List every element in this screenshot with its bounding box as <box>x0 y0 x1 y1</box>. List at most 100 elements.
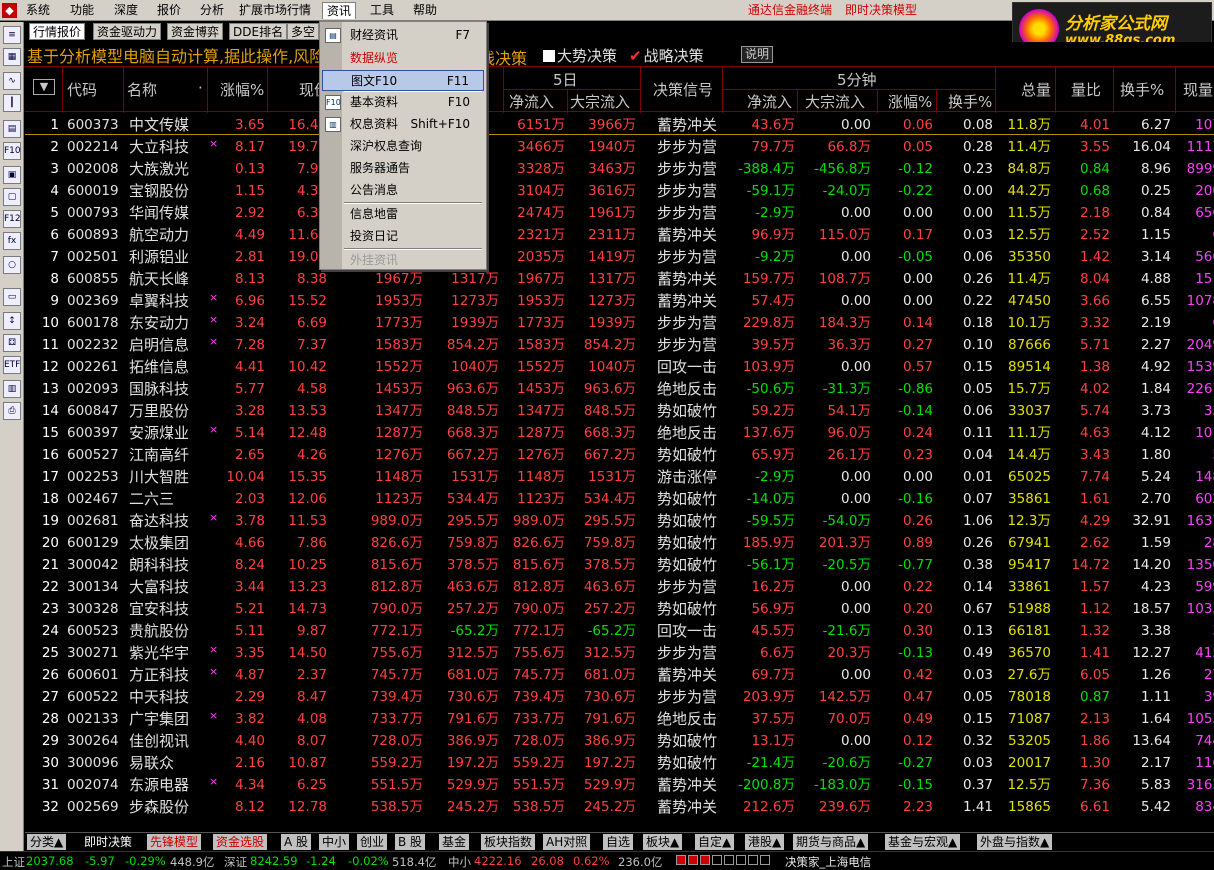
table-row[interactable]: 15 600397 安源煤业 5.14 12.48 1287万 668.3万 1287万 668… <box>25 421 1214 443</box>
table-row[interactable]: 23 300328 宜安科技 5.21 14.73 790.0万 257.2万 790.0万 2… <box>25 597 1214 619</box>
table-row[interactable]: 26 600601 方正科技 4.87 2.37 745.7万 681.0万 745.7万 68… <box>25 663 1214 685</box>
strategy-decision-checkbox[interactable]: ✔ 战略决策 <box>629 45 704 66</box>
link-tdx-terminal[interactable]: 通达信金融终端 <box>748 2 832 19</box>
table-row[interactable]: 5 000793 华闻传媒 2.92 6.34 2474万 1961万 步步为营 -2.9万 0.… <box>25 201 1214 223</box>
bottom-tab[interactable]: 自选 <box>603 834 634 850</box>
col-decision-signal[interactable]: 决策信号 <box>653 79 713 100</box>
table-row[interactable]: 24 600523 贵航股份 5.11 9.87 772.1万 -65.2万 772.1万 -6… <box>25 619 1214 641</box>
table-row[interactable]: 7 002501 利源铝业 2.81 19.04 2035万 1419万 步步为营 -9.2万 0… <box>25 245 1214 267</box>
bottom-tab[interactable]: 自定▲ <box>695 834 735 850</box>
table-row[interactable]: 1 600373 中文传媒 3.65 16.45 6151万 3966万 蓄势冲关 43.6万 0… <box>25 113 1214 135</box>
table-row[interactable]: 6 600893 航空动力 4.49 11.64 2321万 2311万 蓄势冲关 96.9万 1… <box>25 223 1214 245</box>
info-menu-item[interactable]: ▤ 财经资讯 F7 <box>322 25 484 46</box>
candle-chart-icon[interactable]: ┃ <box>3 94 21 112</box>
info-menu-item[interactable]: 图文F10 F11 <box>322 70 484 91</box>
f12-icon[interactable]: F12 <box>3 210 21 228</box>
table-row[interactable]: 29 300264 佳创视讯 4.40 8.07 728.0万 386.9万 728.0万 38… <box>25 729 1214 751</box>
bottom-tab[interactable]: 即时决策 <box>81 834 136 850</box>
col-code[interactable]: 代码 <box>67 79 97 100</box>
document-icon[interactable]: ▢ <box>3 188 21 206</box>
folder-icon[interactable]: ▭ <box>3 288 21 306</box>
sort-icon[interactable]: ↕ <box>3 312 21 330</box>
menu-analysis[interactable]: 分析 <box>196 2 228 19</box>
table-row[interactable]: 31 002074 东源电器 4.34 6.25 551.5万 529.9万 551.5万 52… <box>25 773 1214 795</box>
col-5min-net-inflow[interactable]: 净流入 <box>747 91 792 112</box>
menu-info[interactable]: 资讯 <box>322 2 357 19</box>
table-row[interactable]: 2 002214 大立科技 8.17 19.76 3466万 1940万 步步为营 79.7万 6… <box>25 135 1214 157</box>
menu-function[interactable]: 功能 <box>66 2 98 19</box>
table-row[interactable]: 25 300271 紫光华宇 3.35 14.50 755.6万 312.5万 755.6万 3… <box>25 641 1214 663</box>
col-current-volume[interactable]: 现量 <box>1183 79 1213 100</box>
table-icon[interactable]: ▤ <box>3 120 21 138</box>
table-row[interactable]: 13 002093 国脉科技 5.77 4.58 1453万 963.6万 1453万 963.… <box>25 377 1214 399</box>
col-turnover[interactable]: 换手% <box>1120 79 1164 100</box>
table-row[interactable]: 20 600129 太极集团 4.66 7.86 826.6万 759.8万 826.6万 75… <box>25 531 1214 553</box>
f10-icon[interactable]: F10 <box>3 142 21 160</box>
table-row[interactable]: 11 002232 启明信息 7.28 7.37 1583万 854.2万 1583万 854.… <box>25 333 1214 355</box>
calendar-icon[interactable]: ▥ <box>3 380 21 398</box>
bottom-tab[interactable]: 先锋模型 <box>147 834 202 850</box>
sort-arrow-button[interactable]: ▼ <box>33 79 55 95</box>
table-row[interactable]: 17 002253 川大智胜 10.04 15.35 1148万 1531万 1148万 153… <box>25 465 1214 487</box>
report-icon[interactable]: ▣ <box>3 166 21 184</box>
table-row[interactable]: 14 600847 万里股份 3.28 13.53 1347万 848.5万 1347万 848… <box>25 399 1214 421</box>
tab-long-short[interactable]: 多空 <box>287 23 320 40</box>
bottom-tab[interactable]: 板块指数 <box>481 834 536 850</box>
table-row[interactable]: 22 300134 大富科技 3.44 13.23 812.8万 463.6万 812.8万 4… <box>25 575 1214 597</box>
print-icon[interactable]: ⎙ <box>3 402 21 420</box>
bottom-tab[interactable]: 期货与商品▲ <box>793 834 869 850</box>
table-row[interactable]: 10 600178 东安动力 3.24 6.69 1773万 1939万 1773万 1939万… <box>25 311 1214 333</box>
bottom-tab[interactable]: 外盘与指数▲ <box>977 834 1053 850</box>
dice-icon[interactable]: ⚃ <box>3 334 21 352</box>
tab-fund-drive[interactable]: 资金驱动力 <box>93 23 162 40</box>
tab-quotes[interactable]: 行情报价 <box>29 23 86 40</box>
menu-depth[interactable]: 深度 <box>110 2 142 19</box>
grid-icon[interactable]: ▦ <box>3 48 21 66</box>
info-menu-item[interactable]: 信息地雷 <box>322 204 484 225</box>
bottom-tab[interactable]: 基金 <box>439 834 470 850</box>
col-5day-block-inflow[interactable]: 大宗流入 <box>570 91 630 112</box>
bottom-tab[interactable]: 创业 <box>357 834 388 850</box>
table-row[interactable]: 12 002261 拓维信息 4.41 10.42 1552万 1040万 1552万 1040… <box>25 355 1214 377</box>
info-menu-item[interactable]: 数据纵览 <box>322 48 484 69</box>
etf-icon[interactable]: ETF <box>3 356 21 374</box>
bottom-tab[interactable]: 中小 <box>319 834 350 850</box>
trend-decision-checkbox[interactable]: 大势决策 <box>543 45 617 66</box>
table-row[interactable]: 3 002008 大族激光 0.13 7.90 3328万 3463万 步步为营 -388.4万… <box>25 157 1214 179</box>
col-name[interactable]: 名称 <box>127 79 157 100</box>
table-row[interactable]: 32 002569 步森股份 8.12 12.78 538.5万 245.2万 538.5万 2… <box>25 795 1214 817</box>
table-row[interactable]: 18 002467 二六三 2.03 12.06 1123万 534.4万 1123万 534.… <box>25 487 1214 509</box>
info-menu-item[interactable]: ▥ 权息资料 Shift+F10 <box>322 114 484 135</box>
col-5day-net-inflow[interactable]: 净流入 <box>509 91 554 112</box>
info-menu-item[interactable]: 公告消息 <box>322 180 484 201</box>
bottom-tab[interactable]: 基金与宏观▲ <box>885 834 961 850</box>
link-decision-model[interactable]: 即时决策模型 <box>845 2 917 19</box>
col-5min-block-inflow[interactable]: 大宗流入 <box>805 91 865 112</box>
info-menu-item[interactable]: 投资日记 <box>322 226 484 247</box>
line-chart-icon[interactable]: ∿ <box>3 72 21 90</box>
info-menu-item[interactable]: 服务器通告 <box>322 158 484 179</box>
menu-extended-market[interactable]: 扩展市场行情 <box>235 2 315 19</box>
info-menu-item[interactable]: 外挂资讯 <box>322 250 484 271</box>
info-menu-item[interactable]: 深沪权息查询 <box>322 136 484 157</box>
table-row[interactable]: 9 002369 卓翼科技 6.96 15.52 1953万 1273万 1953万 1273万… <box>25 289 1214 311</box>
tab-fund-game[interactable]: 资金博弈 <box>167 23 224 40</box>
col-volume[interactable]: 总量 <box>1021 79 1051 100</box>
menu-system[interactable]: 系统 <box>22 2 54 19</box>
quote-list-icon[interactable]: ≡ <box>3 26 21 44</box>
info-menu-item[interactable]: F10 基本资料 F10 <box>322 92 484 113</box>
menu-help[interactable]: 帮助 <box>409 2 441 19</box>
table-row[interactable]: 28 002133 广宇集团 3.82 4.08 733.7万 791.6万 733.7万 79… <box>25 707 1214 729</box>
tab-dde-rank[interactable]: DDE排名 <box>229 23 288 40</box>
col-volume-ratio[interactable]: 量比 <box>1071 79 1101 100</box>
bottom-tab[interactable]: AH对照 <box>543 834 591 850</box>
bottom-tab[interactable]: 港股▲ <box>745 834 785 850</box>
menu-tools[interactable]: 工具 <box>366 2 398 19</box>
table-row[interactable]: 4 600019 宝钢股份 1.15 4.39 3104万 3616万 步步为营 -59.1万 -… <box>25 179 1214 201</box>
menu-quote[interactable]: 报价 <box>153 2 185 19</box>
bottom-tab[interactable]: 资金选股 <box>213 834 268 850</box>
formula-icon[interactable]: fx <box>3 232 21 250</box>
col-change-pct[interactable]: 涨幅% <box>220 79 264 100</box>
col-5min-turnover[interactable]: 换手% <box>948 91 992 112</box>
table-row[interactable]: 21 300042 朗科科技 8.24 10.25 815.6万 378.5万 815.6万 3… <box>25 553 1214 575</box>
